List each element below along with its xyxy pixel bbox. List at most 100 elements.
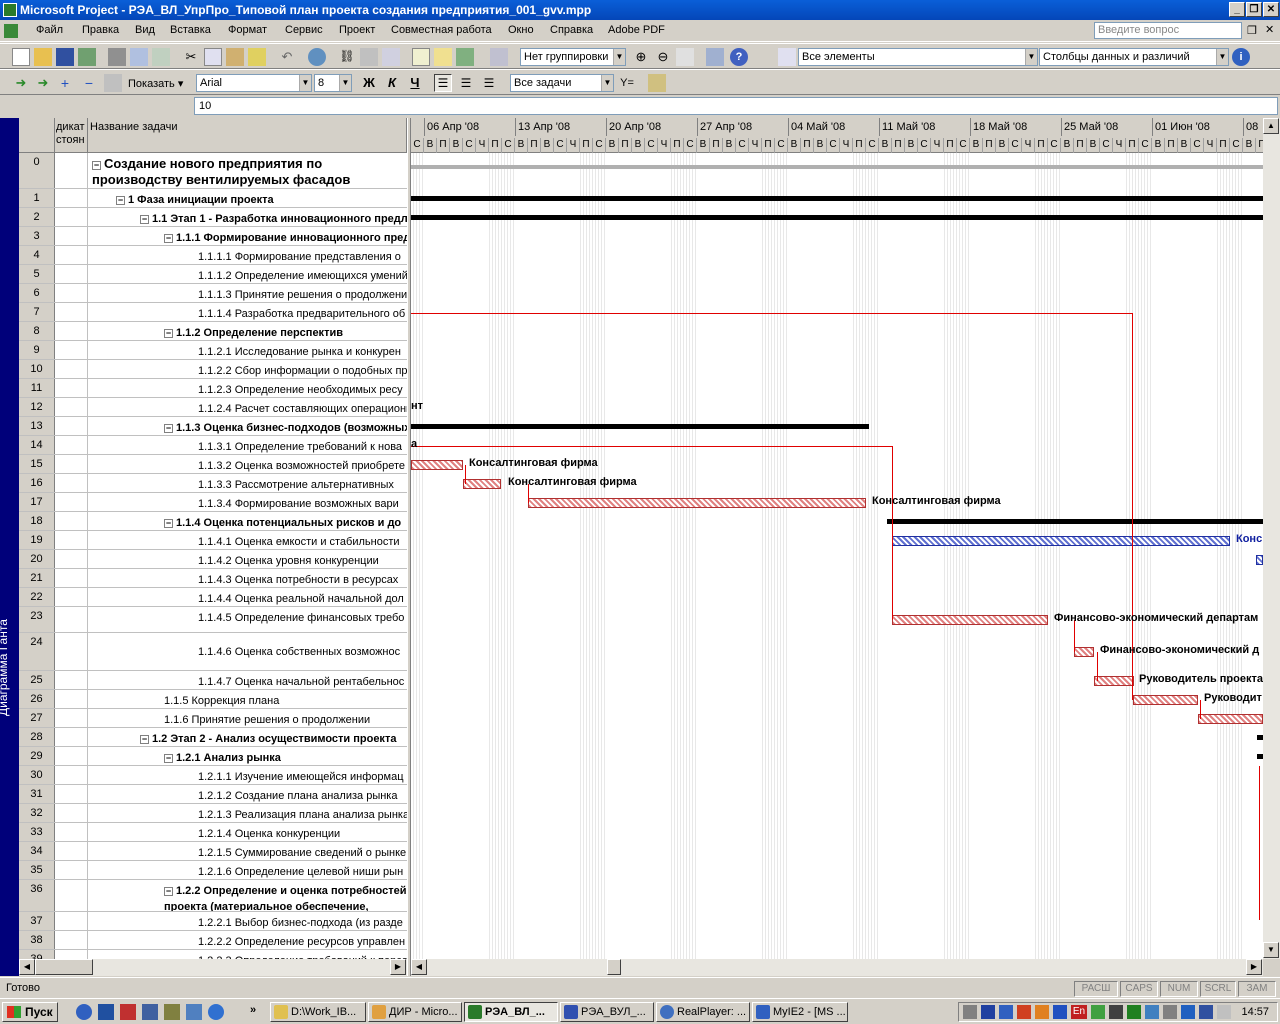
hide-subtasks-icon[interactable]: − bbox=[80, 74, 98, 92]
table-row[interactable]: 16 1.1.3.3 Рассмотрение альтернативных bbox=[19, 474, 407, 493]
summary-bar[interactable] bbox=[411, 196, 1263, 201]
table-row[interactable]: 7 1.1.1.4 Разработка предварительного об bbox=[19, 303, 407, 322]
row-id[interactable]: 1 bbox=[19, 189, 55, 207]
goto-task-icon[interactable] bbox=[676, 48, 694, 66]
ie-icon[interactable] bbox=[76, 1004, 92, 1020]
table-row[interactable]: 29 −1.2.1 Анализ рынка bbox=[19, 747, 407, 766]
taskbar-task-myie2[interactable]: MyIE2 - [MS ... bbox=[752, 1002, 848, 1022]
row-id[interactable]: 35 bbox=[19, 861, 55, 879]
id-column-header[interactable] bbox=[19, 118, 55, 153]
row-id[interactable]: 19 bbox=[19, 531, 55, 549]
language-indicator[interactable]: En bbox=[1071, 1005, 1087, 1019]
table-row[interactable]: 19 1.1.4.1 Оценка емкости и стабильности bbox=[19, 531, 407, 550]
task-bar[interactable] bbox=[463, 479, 501, 489]
volume-icon[interactable] bbox=[1217, 1005, 1231, 1019]
assign-resources-icon[interactable] bbox=[456, 48, 474, 66]
taskbar-task-dir[interactable]: ДИР - Micro... bbox=[368, 1002, 462, 1022]
outline-icon[interactable] bbox=[104, 74, 122, 92]
entry-field[interactable]: 10 bbox=[194, 97, 1278, 115]
print-icon[interactable] bbox=[108, 48, 126, 66]
row-id[interactable]: 25 bbox=[19, 671, 55, 689]
row-id[interactable]: 27 bbox=[19, 709, 55, 727]
maximize-button[interactable]: ❐ bbox=[1246, 2, 1262, 17]
pdf-icon[interactable] bbox=[78, 48, 96, 66]
gantt-horizontal-scrollbar[interactable]: ◀ ▶ bbox=[411, 959, 1263, 976]
show-menu-button[interactable]: Показать ▾ bbox=[128, 77, 183, 90]
task-name-cell[interactable]: 1.1.4.6 Оценка собственных возможнос bbox=[88, 633, 407, 670]
tray-icon[interactable] bbox=[1127, 1005, 1141, 1019]
browser-icon[interactable] bbox=[208, 1004, 224, 1020]
task-name-cell[interactable]: 1.1.4.3 Оценка потребности в ресурсах bbox=[88, 569, 407, 587]
tray-icon[interactable] bbox=[1199, 1005, 1213, 1019]
app-quick-icon[interactable] bbox=[164, 1004, 180, 1020]
collapse-icon[interactable]: − bbox=[140, 215, 149, 224]
table-row[interactable]: 6 1.1.1.3 Принятие решения о продолжении bbox=[19, 284, 407, 303]
bold-button[interactable]: Ж bbox=[360, 74, 378, 92]
indicator-column-header[interactable]: дикат стоян bbox=[55, 118, 88, 153]
align-right-button[interactable]: ☰ bbox=[480, 74, 498, 92]
summary-bar[interactable] bbox=[887, 519, 1263, 524]
task-name-cell[interactable]: 1.1.2.2 Сбор информации о подобных пр bbox=[88, 360, 407, 378]
task-name-cell[interactable]: 1.1.2.4 Расчет составляющих операционных bbox=[88, 398, 407, 416]
save-icon[interactable] bbox=[56, 48, 74, 66]
row-id[interactable]: 29 bbox=[19, 747, 55, 765]
table-row[interactable]: 21 1.1.4.3 Оценка потребности в ресурсах bbox=[19, 569, 407, 588]
scroll-thumb[interactable] bbox=[607, 959, 621, 975]
table-row[interactable]: 9 1.1.2.1 Исследование рынка и конкурен bbox=[19, 341, 407, 360]
row-id[interactable]: 30 bbox=[19, 766, 55, 784]
row-id[interactable]: 36 bbox=[19, 880, 55, 911]
row-id[interactable]: 33 bbox=[19, 823, 55, 841]
tray-icon[interactable] bbox=[981, 1005, 995, 1019]
scroll-thumb[interactable] bbox=[35, 959, 93, 975]
menu-edit[interactable]: Правка bbox=[82, 24, 119, 36]
task-bar[interactable] bbox=[1074, 647, 1094, 657]
help-icon[interactable]: ? bbox=[730, 48, 748, 66]
close-button[interactable]: ✕ bbox=[1263, 2, 1279, 17]
unlink-tasks-icon[interactable] bbox=[360, 48, 378, 66]
collapse-icon[interactable]: − bbox=[92, 161, 101, 170]
row-id[interactable]: 18 bbox=[19, 512, 55, 530]
outlook-icon[interactable] bbox=[142, 1004, 158, 1020]
table-row[interactable]: 10 1.1.2.2 Сбор информации о подобных пр bbox=[19, 360, 407, 379]
split-task-icon[interactable] bbox=[382, 48, 400, 66]
collapse-icon[interactable]: − bbox=[164, 424, 173, 433]
copy-icon[interactable] bbox=[204, 48, 222, 66]
table-row[interactable]: 32 1.2.1.3 Реализация плана анализа рынка bbox=[19, 804, 407, 823]
task-name-cell[interactable]: −1.1 Этап 1 - Разработка инновационного … bbox=[88, 208, 407, 226]
row-id[interactable]: 4 bbox=[19, 246, 55, 264]
scroll-down-icon[interactable]: ▼ bbox=[1263, 942, 1279, 958]
tray-icon[interactable] bbox=[1163, 1005, 1177, 1019]
task-name-cell[interactable]: − Создание нового предприятия по производ… bbox=[88, 153, 407, 188]
show-subtasks-icon[interactable]: + bbox=[56, 74, 74, 92]
task-name-cell[interactable]: 1.1.1.3 Принятие решения о продолжении bbox=[88, 284, 407, 302]
row-id[interactable]: 34 bbox=[19, 842, 55, 860]
task-bar[interactable] bbox=[411, 460, 463, 470]
menu-collaborate[interactable]: Совместная работа bbox=[391, 24, 492, 36]
row-id[interactable]: 38 bbox=[19, 931, 55, 949]
table-row[interactable]: 36 −1.2.2 Определение и оценка потребност… bbox=[19, 880, 407, 912]
filter-icon[interactable] bbox=[778, 48, 796, 66]
task-name-cell[interactable]: 1.1.2.3 Определение необходимых ресу bbox=[88, 379, 407, 397]
outdent-icon[interactable]: ➜ bbox=[12, 74, 30, 92]
row-id[interactable]: 31 bbox=[19, 785, 55, 803]
scroll-left-icon[interactable]: ◀ bbox=[411, 959, 427, 975]
menu-project[interactable]: Проект bbox=[339, 24, 375, 36]
task-bar[interactable] bbox=[892, 615, 1048, 625]
row-id[interactable]: 11 bbox=[19, 379, 55, 397]
scroll-right-icon[interactable]: ▶ bbox=[1246, 959, 1262, 975]
row-id[interactable]: 24 bbox=[19, 633, 55, 670]
align-left-button[interactable]: ☰ bbox=[434, 74, 452, 92]
task-filter-select[interactable]: Все задачи ▼ bbox=[510, 74, 614, 92]
grouping-select[interactable]: Нет группировки ▼ bbox=[520, 48, 626, 66]
table-horizontal-scrollbar[interactable]: ◀ ▶ bbox=[19, 959, 407, 976]
task-name-cell[interactable]: 1.1.6 Принятие решения о продолжении bbox=[88, 709, 407, 727]
table-row[interactable]: 34 1.2.1.5 Суммирование сведений о рынке bbox=[19, 842, 407, 861]
gantt-wizard-icon[interactable] bbox=[648, 74, 666, 92]
row-id[interactable]: 28 bbox=[19, 728, 55, 746]
explorer-icon[interactable] bbox=[186, 1004, 202, 1020]
row-id[interactable]: 16 bbox=[19, 474, 55, 492]
tray-icon[interactable] bbox=[1091, 1005, 1105, 1019]
zoom-out-icon[interactable]: ⊖ bbox=[654, 48, 672, 66]
table-row[interactable]: 11 1.1.2.3 Определение необходимых ресу bbox=[19, 379, 407, 398]
summary-bar[interactable] bbox=[411, 215, 1263, 220]
